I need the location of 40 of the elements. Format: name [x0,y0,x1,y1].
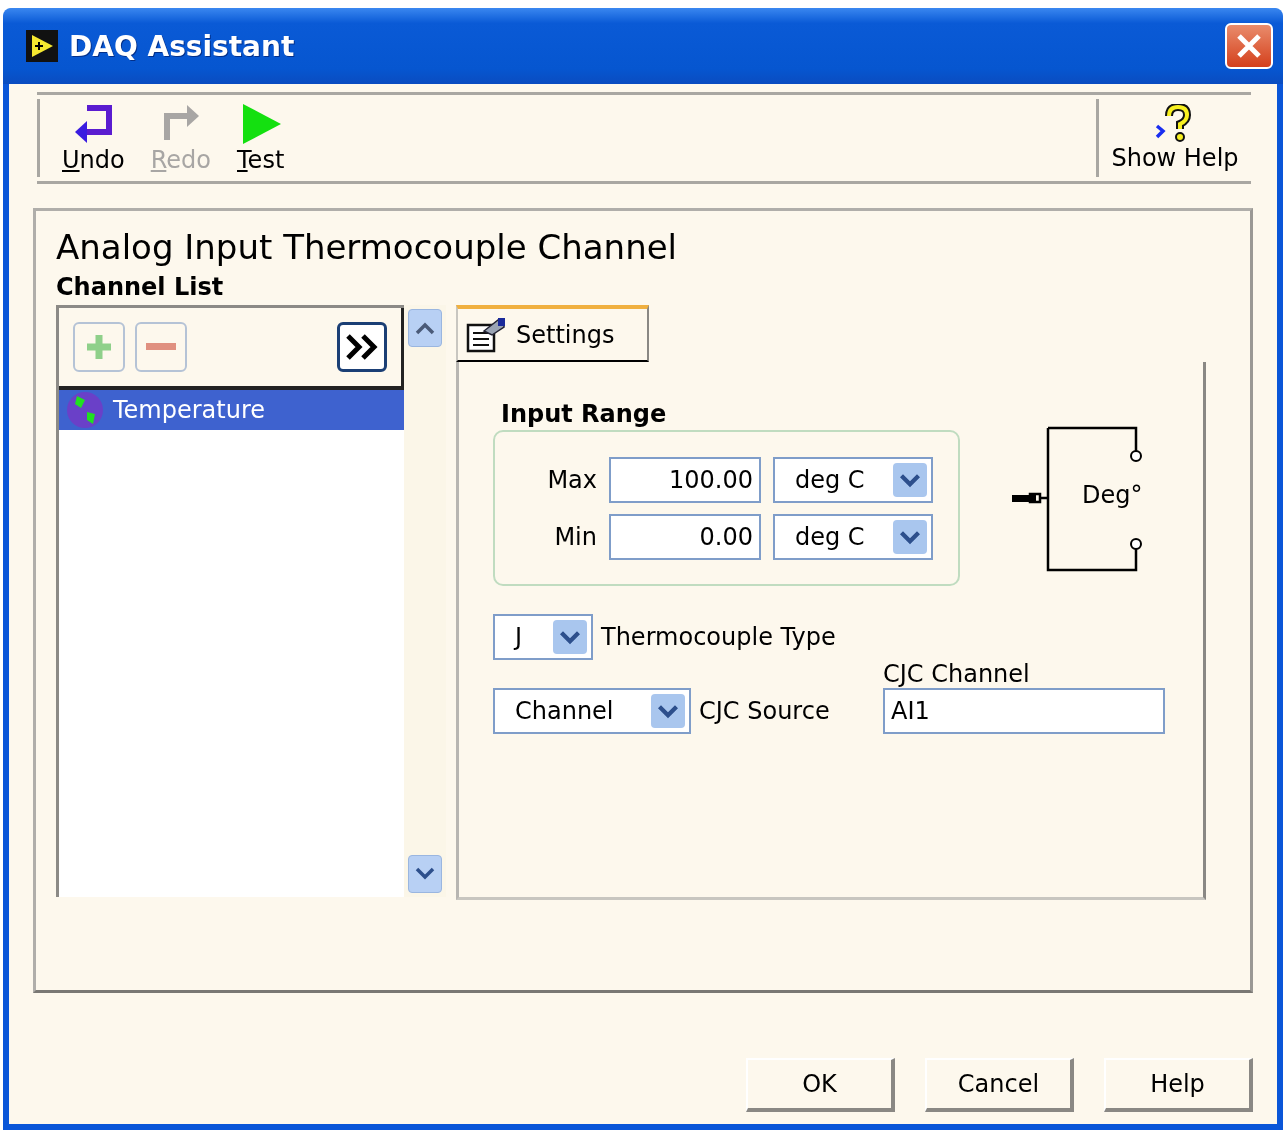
cjc-channel-label: CJC Channel [883,660,1031,688]
globe-icon [65,390,105,430]
page-heading: Analog Input Thermocouple Channel [56,226,679,269]
test-button[interactable]: Test [237,99,285,177]
unit-dropdown[interactable]: deg C [773,456,933,503]
scroll-up-button[interactable] [408,309,442,347]
close-button[interactable] [1225,23,1273,69]
dialog-button[interactable]: Cancel [925,1058,1074,1112]
plus-icon [84,332,114,362]
double-chevron-icon [345,333,379,361]
thermocouple-type-label: Thermocouple Type [601,623,836,651]
cjc-source-label: CJC Source [699,697,830,725]
range-label: Max [546,465,597,494]
app-icon [25,29,59,63]
close-icon [1235,32,1263,60]
down-chevron-icon [414,866,436,882]
dialog-button[interactable]: Help [1104,1058,1253,1112]
undo-button[interactable]: Undo [62,99,125,177]
range-value-field[interactable]: 100.00 [609,456,761,503]
dialog-button[interactable]: OK [746,1058,895,1112]
thermocouple-type-dropdown[interactable]: J [493,614,593,660]
expand-button[interactable] [337,322,387,372]
range-value-field[interactable]: 0.00 [609,513,761,560]
settings-sheet-icon [466,316,506,353]
cjc-channel-field[interactable]: AI1 [883,688,1165,734]
input-range-label: Input Range [501,399,668,430]
channel-item[interactable]: Temperature [59,390,404,430]
show-help-button[interactable]: Show Help [1099,95,1251,181]
unit-dropdown[interactable]: deg C [773,513,933,560]
cjc-source-dropdown[interactable]: Channel [493,688,691,734]
remove-button[interactable] [135,322,187,372]
scrollbar[interactable] [404,305,446,897]
minus-icon [146,343,176,351]
settings-tab[interactable]: Settings [456,305,649,362]
diagram-label: Deg° [1082,481,1143,509]
scroll-down-button[interactable] [408,855,442,893]
window-title: DAQ Assistant [69,29,296,63]
range-label: Min [553,522,597,551]
channel-list-label: Channel List [56,273,225,301]
up-chevron-icon [414,320,436,336]
